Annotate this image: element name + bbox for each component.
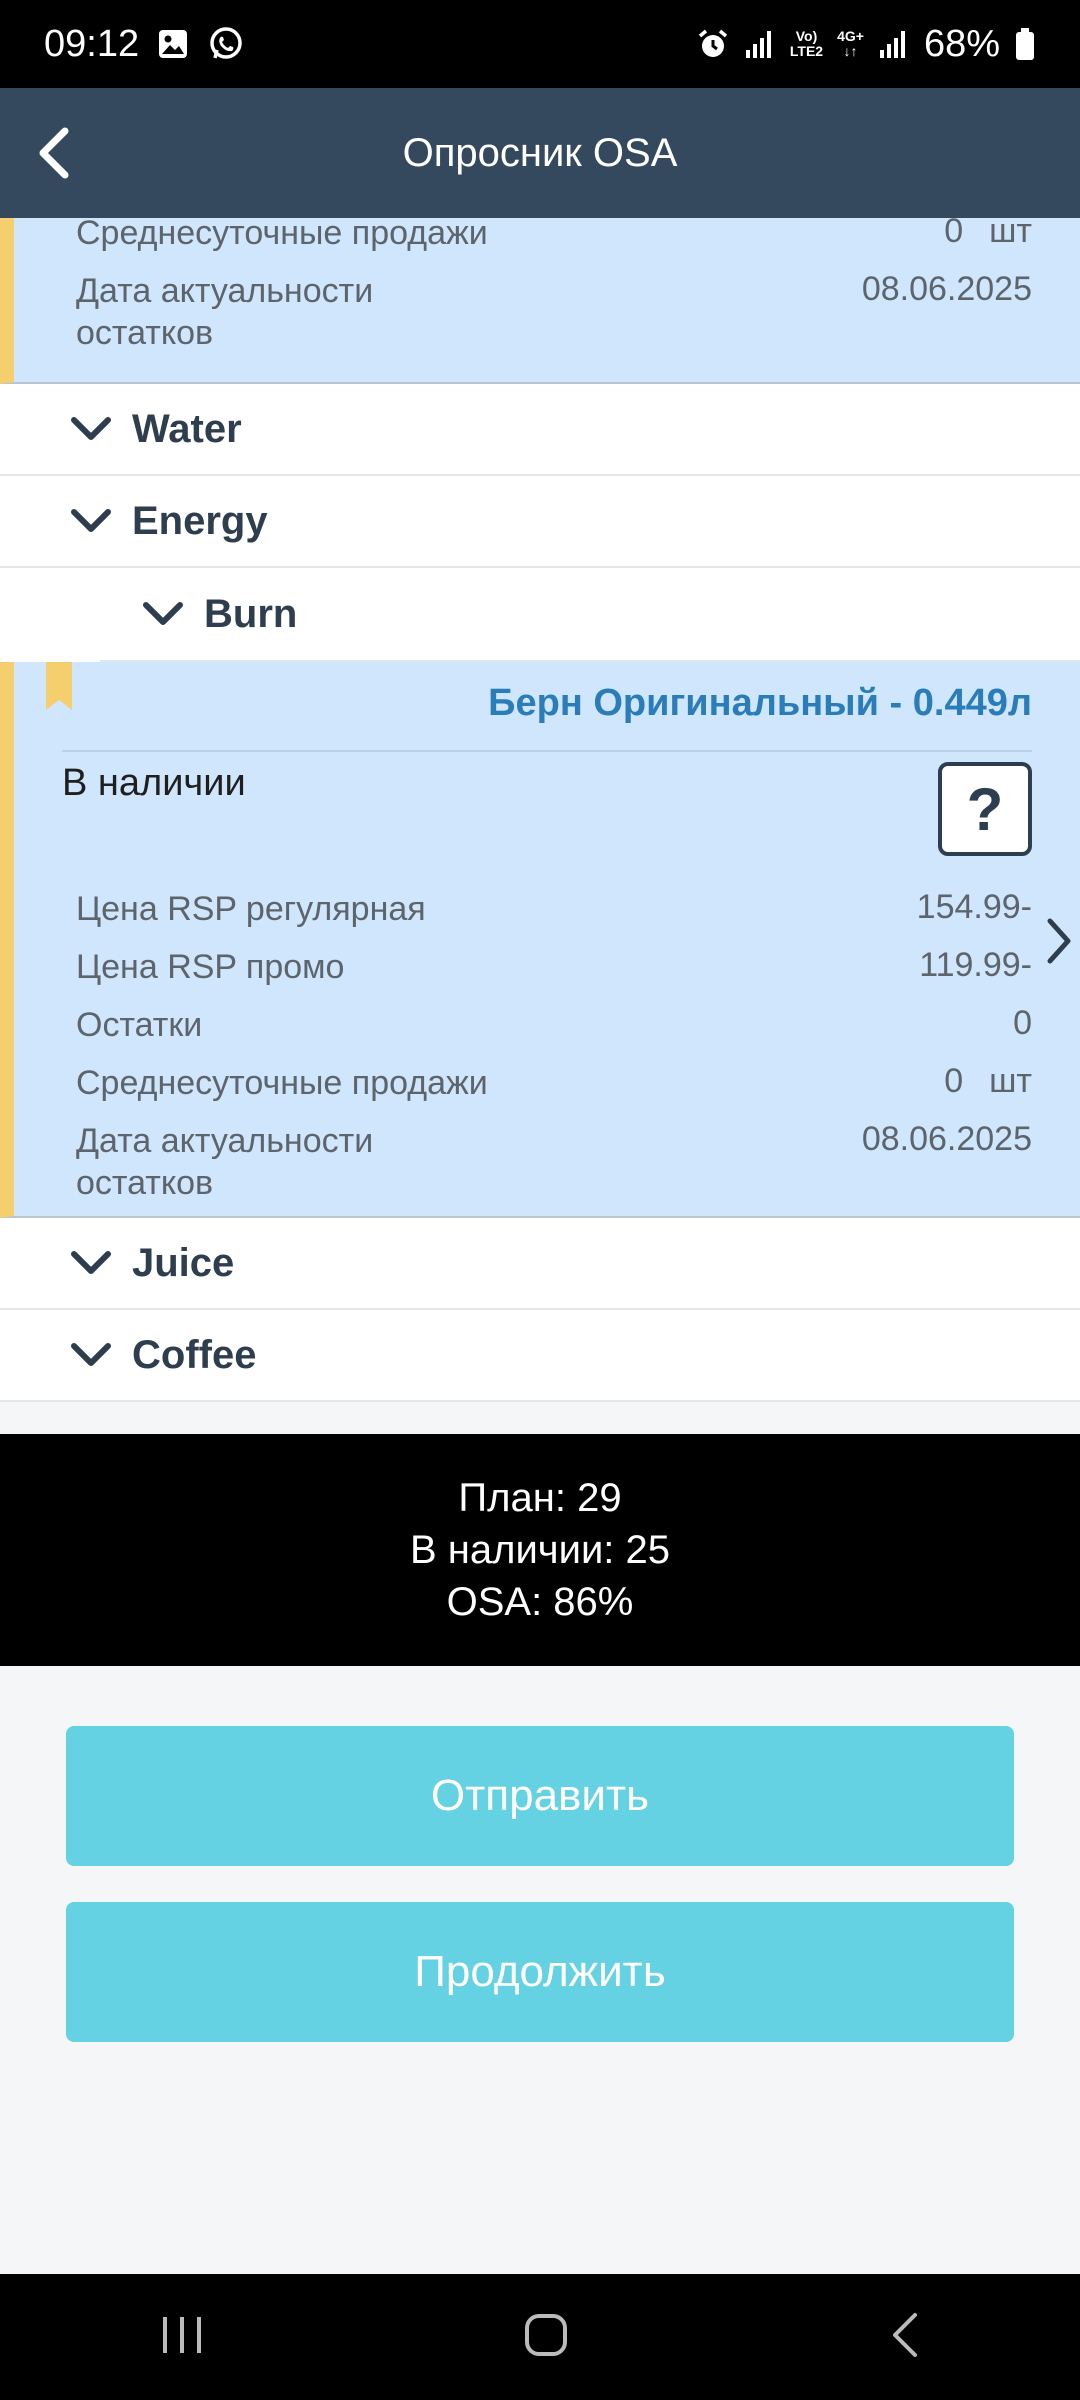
system-nav-bar: [0, 2274, 1080, 2400]
back-button[interactable]: [22, 120, 88, 186]
chevron-down-icon: [70, 508, 112, 534]
row-value: 0 шт: [944, 1062, 1032, 1100]
whatsapp-icon: [207, 25, 245, 63]
4g-text: 4G+: [837, 28, 864, 44]
chevron-down-icon: [142, 601, 184, 627]
lte-text: LTE2: [789, 43, 824, 59]
row-label: Дата актуальности остатков: [76, 1122, 374, 1202]
row-price-regular: Цена RSP регулярная 154.99-: [76, 888, 1032, 930]
page-title: Опросник OSA: [402, 130, 678, 175]
status-right: Vo) LTE2 4G+ ↓↑ 68%: [696, 23, 1036, 66]
category-label: Water: [132, 406, 242, 451]
product-list[interactable]: Среднесуточные продажи 0 шт Дата актуальн…: [0, 218, 1080, 1434]
row-label: Среднесуточные продажи: [76, 1064, 488, 1102]
app-bar: Опросник OSA: [0, 88, 1080, 218]
alarm-icon: [696, 27, 730, 61]
row-label: Остатки: [76, 1006, 203, 1044]
status-bar: 09:12 Vo) LTE2 4G+ ↓↑ 68%: [0, 0, 1080, 88]
row-value: 0 шт: [944, 218, 1032, 250]
chevron-down-icon: [70, 1250, 112, 1276]
category-label: Burn: [204, 591, 298, 636]
send-button[interactable]: Отправить: [66, 1726, 1014, 1866]
row-label: Цена RSP регулярная: [76, 890, 426, 928]
row-value: 119.99-: [919, 946, 1032, 984]
summary-plan: План: 29: [458, 1476, 622, 1520]
volte-icon: Vo) LTE2: [790, 29, 823, 59]
availability-toggle[interactable]: ?: [938, 762, 1032, 856]
card-divider: [62, 750, 1032, 752]
battery-percent: 68%: [923, 22, 1000, 65]
category-label: Juice: [132, 1240, 235, 1285]
availability-label: В наличии: [62, 762, 246, 804]
data-icon: 4G+ ↓↑: [837, 28, 864, 59]
row-avg-sales: Среднесуточные продажи 0 шт: [76, 1062, 1032, 1104]
recent-apps-button[interactable]: [159, 2313, 205, 2362]
continue-button[interactable]: Продолжить: [66, 1902, 1014, 2042]
list-end-spacer: [0, 1402, 1080, 1434]
summary-osa: OSA: 86%: [446, 1580, 634, 1624]
category-label: Coffee: [132, 1332, 257, 1377]
summary-available: В наличии: 25: [409, 1528, 671, 1572]
category-label: Energy: [132, 498, 268, 543]
category-energy[interactable]: Energy: [0, 476, 1080, 568]
home-button[interactable]: [522, 2311, 570, 2364]
chevron-down-icon: [70, 416, 112, 442]
subcategory-burn[interactable]: Burn: [0, 568, 1080, 660]
chevron-down-icon: [70, 1342, 112, 1368]
back-icon: [893, 2312, 918, 2357]
product-title: Берн Оригинальный - 0.449л: [488, 682, 1032, 724]
product-card[interactable]: Берн Оригинальный - 0.449л В наличии ? Ц…: [0, 662, 1080, 1218]
row-avg-sales: Среднесуточные продажи 0 шт: [76, 218, 1032, 254]
home-icon: [524, 2313, 567, 2356]
status-time: 09:12: [44, 22, 140, 65]
row-price-promo: Цена RSP промо 119.99-: [76, 946, 1032, 988]
volte-text: Vo): [795, 28, 818, 44]
row-value: 154.99-: [916, 888, 1032, 926]
status-left: 09:12: [44, 23, 245, 66]
row-value: 08.06.2025: [861, 1120, 1032, 1158]
bookmark-icon: [46, 662, 72, 715]
chevron-left-icon: [39, 127, 69, 179]
category-juice[interactable]: Juice: [0, 1218, 1080, 1310]
row-label: Цена RSP промо: [76, 948, 345, 986]
signal-icon: [744, 28, 776, 60]
row-stock: Остатки 0: [76, 1004, 1032, 1046]
product-card-prev[interactable]: Среднесуточные продажи 0 шт Дата актуальн…: [0, 218, 1080, 384]
summary-panel: План: 29 В наличии: 25 OSA: 86%: [0, 1434, 1080, 1666]
battery-icon: [1014, 27, 1036, 61]
system-back-button[interactable]: [887, 2311, 921, 2364]
row-value: 0: [1013, 1004, 1032, 1042]
row-stock-date: Дата актуальности остатков 08.06.2025: [76, 1120, 1032, 1204]
row-stock-date: Дата актуальности остатков 08.06.2025: [76, 270, 1032, 354]
row-label: Дата актуальности остатков: [76, 272, 374, 352]
category-coffee[interactable]: Coffee: [0, 1310, 1080, 1402]
chevron-right-icon[interactable]: [1044, 917, 1074, 970]
row-value: 08.06.2025: [861, 270, 1032, 308]
signal2-icon: [878, 28, 910, 60]
recent-apps-icon: [162, 2316, 201, 2353]
gallery-icon: [157, 28, 189, 60]
row-label: Среднесуточные продажи: [76, 218, 488, 252]
category-water[interactable]: Water: [0, 384, 1080, 476]
